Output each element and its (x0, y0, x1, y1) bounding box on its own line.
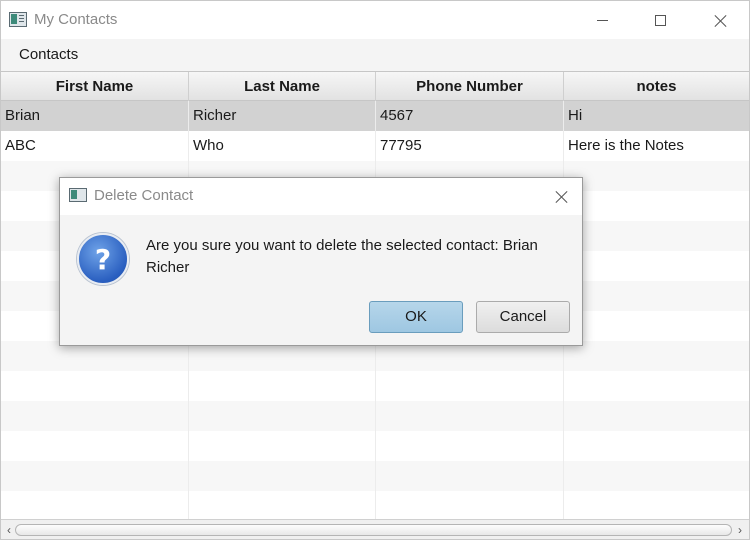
app-icon (9, 12, 27, 27)
table-header: First Name Last Name Phone Number notes (1, 71, 749, 101)
dialog-title-bar: Delete Contact (60, 178, 582, 215)
close-button[interactable] (697, 1, 743, 39)
dialog-body: ? Are you sure you want to delete the se… (60, 215, 582, 345)
table-row[interactable]: ABC Who 77795 Here is the Notes (1, 131, 749, 161)
minimize-icon (596, 19, 608, 21)
column-header-last-name[interactable]: Last Name (189, 72, 376, 101)
menu-contacts[interactable]: Contacts (9, 39, 88, 71)
title-bar: My Contacts (1, 1, 749, 39)
column-header-phone-number[interactable]: Phone Number (376, 72, 564, 101)
cell-last-name: Richer (189, 101, 376, 131)
cancel-button[interactable]: Cancel (476, 301, 570, 333)
empty-row (1, 491, 749, 521)
cell-notes: Hi (568, 107, 583, 124)
cell-phone-number: 77795 (376, 131, 564, 161)
cell-notes: Here is the Notes (568, 137, 684, 154)
cell-last-name: Who (189, 131, 376, 161)
maximize-icon (654, 14, 666, 26)
column-header-first-name[interactable]: First Name (1, 72, 189, 101)
maximize-button[interactable] (637, 1, 683, 39)
cell-first-name: Brian (1, 101, 189, 131)
scroll-thumb[interactable] (15, 524, 732, 536)
scroll-right-icon[interactable]: › (734, 522, 746, 538)
cell-phone-number: 4567 (376, 101, 564, 131)
question-icon: ? (77, 233, 129, 285)
empty-row (1, 431, 749, 461)
cell-first-name: ABC (1, 131, 189, 161)
scroll-left-icon[interactable]: ‹ (3, 522, 15, 538)
table-row[interactable]: Brian Richer 4567 Hi (1, 101, 749, 131)
menu-bar: Contacts (1, 39, 749, 71)
dialog-title: Delete Contact (94, 187, 194, 204)
empty-row (1, 401, 749, 431)
delete-contact-dialog: Delete Contact ? Are you sure you want t… (59, 177, 583, 346)
dialog-message: Are you sure you want to delete the sele… (146, 237, 538, 276)
empty-row (1, 461, 749, 491)
column-header-notes[interactable]: notes (564, 72, 749, 101)
dialog-app-icon (69, 188, 87, 202)
ok-button[interactable]: OK (369, 301, 463, 333)
close-icon (555, 190, 568, 203)
close-icon (714, 14, 727, 27)
horizontal-scrollbar[interactable]: ‹ › (1, 519, 749, 539)
window-title: My Contacts (34, 11, 118, 28)
dialog-close-button[interactable] (546, 183, 576, 209)
minimize-button[interactable] (579, 1, 625, 39)
empty-row (1, 371, 749, 401)
